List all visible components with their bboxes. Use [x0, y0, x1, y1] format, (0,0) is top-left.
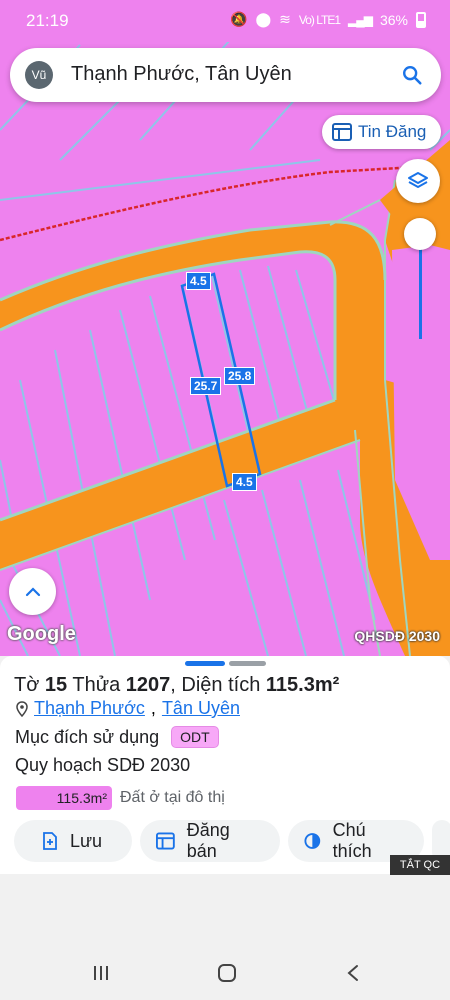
dim-label-left: 25.7 — [190, 377, 222, 395]
listing-icon — [156, 832, 175, 850]
search-bar[interactable]: Vũ Thạnh Phước, Tân Uyên — [10, 48, 441, 102]
save-button[interactable]: Lưu — [14, 820, 132, 862]
battery-percent: 36% — [379, 11, 408, 28]
dim-label-bottom: 4.5 — [232, 473, 257, 491]
layer-label: QHSDĐ 2030 — [354, 628, 440, 644]
dim-label-top: 4.5 — [186, 272, 211, 290]
google-logo: Google — [7, 623, 76, 645]
location-row: Thạnh Phước, Tân Uyên — [16, 698, 240, 719]
location-icon: ⬤ — [255, 11, 272, 27]
plan-area-swatch: 115.3m² — [16, 786, 112, 810]
parcel-info-sheet: Tờ 15 Thửa 1207, Diện tích 115.3m² Thạnh… — [0, 656, 450, 874]
avatar[interactable]: Vũ — [25, 61, 53, 89]
expand-up-button[interactable] — [9, 568, 56, 615]
chevron-up-icon — [25, 586, 40, 596]
pin-icon — [16, 700, 28, 717]
network-label: Vo) LTE1 — [298, 12, 341, 27]
tin-dang-label: Tin Đăng — [358, 122, 427, 141]
tin-dang-button[interactable]: Tin Đăng — [322, 115, 441, 149]
save-icon — [43, 832, 57, 850]
search-icon[interactable] — [401, 64, 423, 86]
home-button[interactable] — [214, 960, 240, 986]
plan-area-row: 115.3m² Đất ở tại đô thị — [16, 786, 225, 810]
mute-icon: 🔕 — [230, 11, 248, 27]
legend-icon — [304, 833, 321, 849]
location-separator: , — [150, 698, 156, 718]
parcel-title: Tờ 15 Thửa 1207, Diện tích 115.3m² — [14, 674, 339, 697]
ward-link[interactable]: Thạnh Phước — [34, 698, 145, 719]
parcel-word: Thửa — [72, 674, 121, 696]
app-screen: 4.5 25.7 25.8 4.5 21:19 🔕 ⬤ ≋ Vo) LTE1 ▂… — [0, 0, 450, 1000]
layers-button[interactable] — [396, 159, 440, 203]
plan-label: Quy hoạch SDĐ 2030 — [15, 755, 191, 775]
recents-icon — [94, 966, 108, 980]
opacity-slider[interactable] — [403, 218, 437, 343]
sheet-number: 15 — [44, 674, 68, 696]
slider-thumb[interactable] — [404, 218, 436, 250]
purpose-row: Mục đích sử dụng ODT — [15, 726, 219, 748]
signal-icon: ▂▄▆ — [348, 12, 373, 27]
area-value: 115.3m² — [265, 674, 340, 696]
home-icon — [218, 964, 236, 982]
plan-area-description: Đất ở tại đô thị — [120, 789, 225, 806]
listing-icon — [332, 123, 352, 141]
status-icons: 🔕 ⬤ ≋ Vo) LTE1 ▂▄▆ 36% — [230, 11, 426, 28]
back-icon — [347, 965, 358, 981]
save-label: Lưu — [70, 830, 103, 851]
purpose-code-badge[interactable]: ODT — [171, 726, 219, 748]
battery-icon — [416, 11, 426, 28]
title-prefix: Tờ — [14, 674, 40, 696]
district-link[interactable]: Tân Uyên — [162, 698, 240, 719]
recents-button[interactable] — [88, 960, 114, 986]
back-button[interactable] — [340, 960, 366, 986]
disable-ads-badge[interactable]: TẮT QC — [390, 855, 450, 875]
layers-icon — [408, 172, 428, 188]
status-bar: 21:19 🔕 ⬤ ≋ Vo) LTE1 ▂▄▆ 36% — [0, 0, 450, 42]
sheet-handle-secondary[interactable] — [229, 661, 266, 666]
parcel-number: 1207 — [125, 674, 171, 696]
system-nav-bar — [0, 945, 450, 1000]
dang-ban-button[interactable]: Đăng bán — [140, 820, 280, 862]
area-word: , Diện tích — [170, 674, 261, 696]
wifi-icon: ≋ — [279, 11, 291, 27]
action-row: Lưu Đăng bán Chú thích — [14, 820, 450, 862]
dang-ban-label: Đăng bán — [186, 820, 230, 861]
status-time: 21:19 — [26, 11, 69, 30]
purpose-label: Mục đích sử dụng — [15, 726, 160, 747]
search-input[interactable]: Thạnh Phước, Tân Uyên — [71, 63, 292, 86]
dim-label-right: 25.8 — [224, 367, 256, 385]
sheet-handle[interactable] — [185, 661, 225, 666]
